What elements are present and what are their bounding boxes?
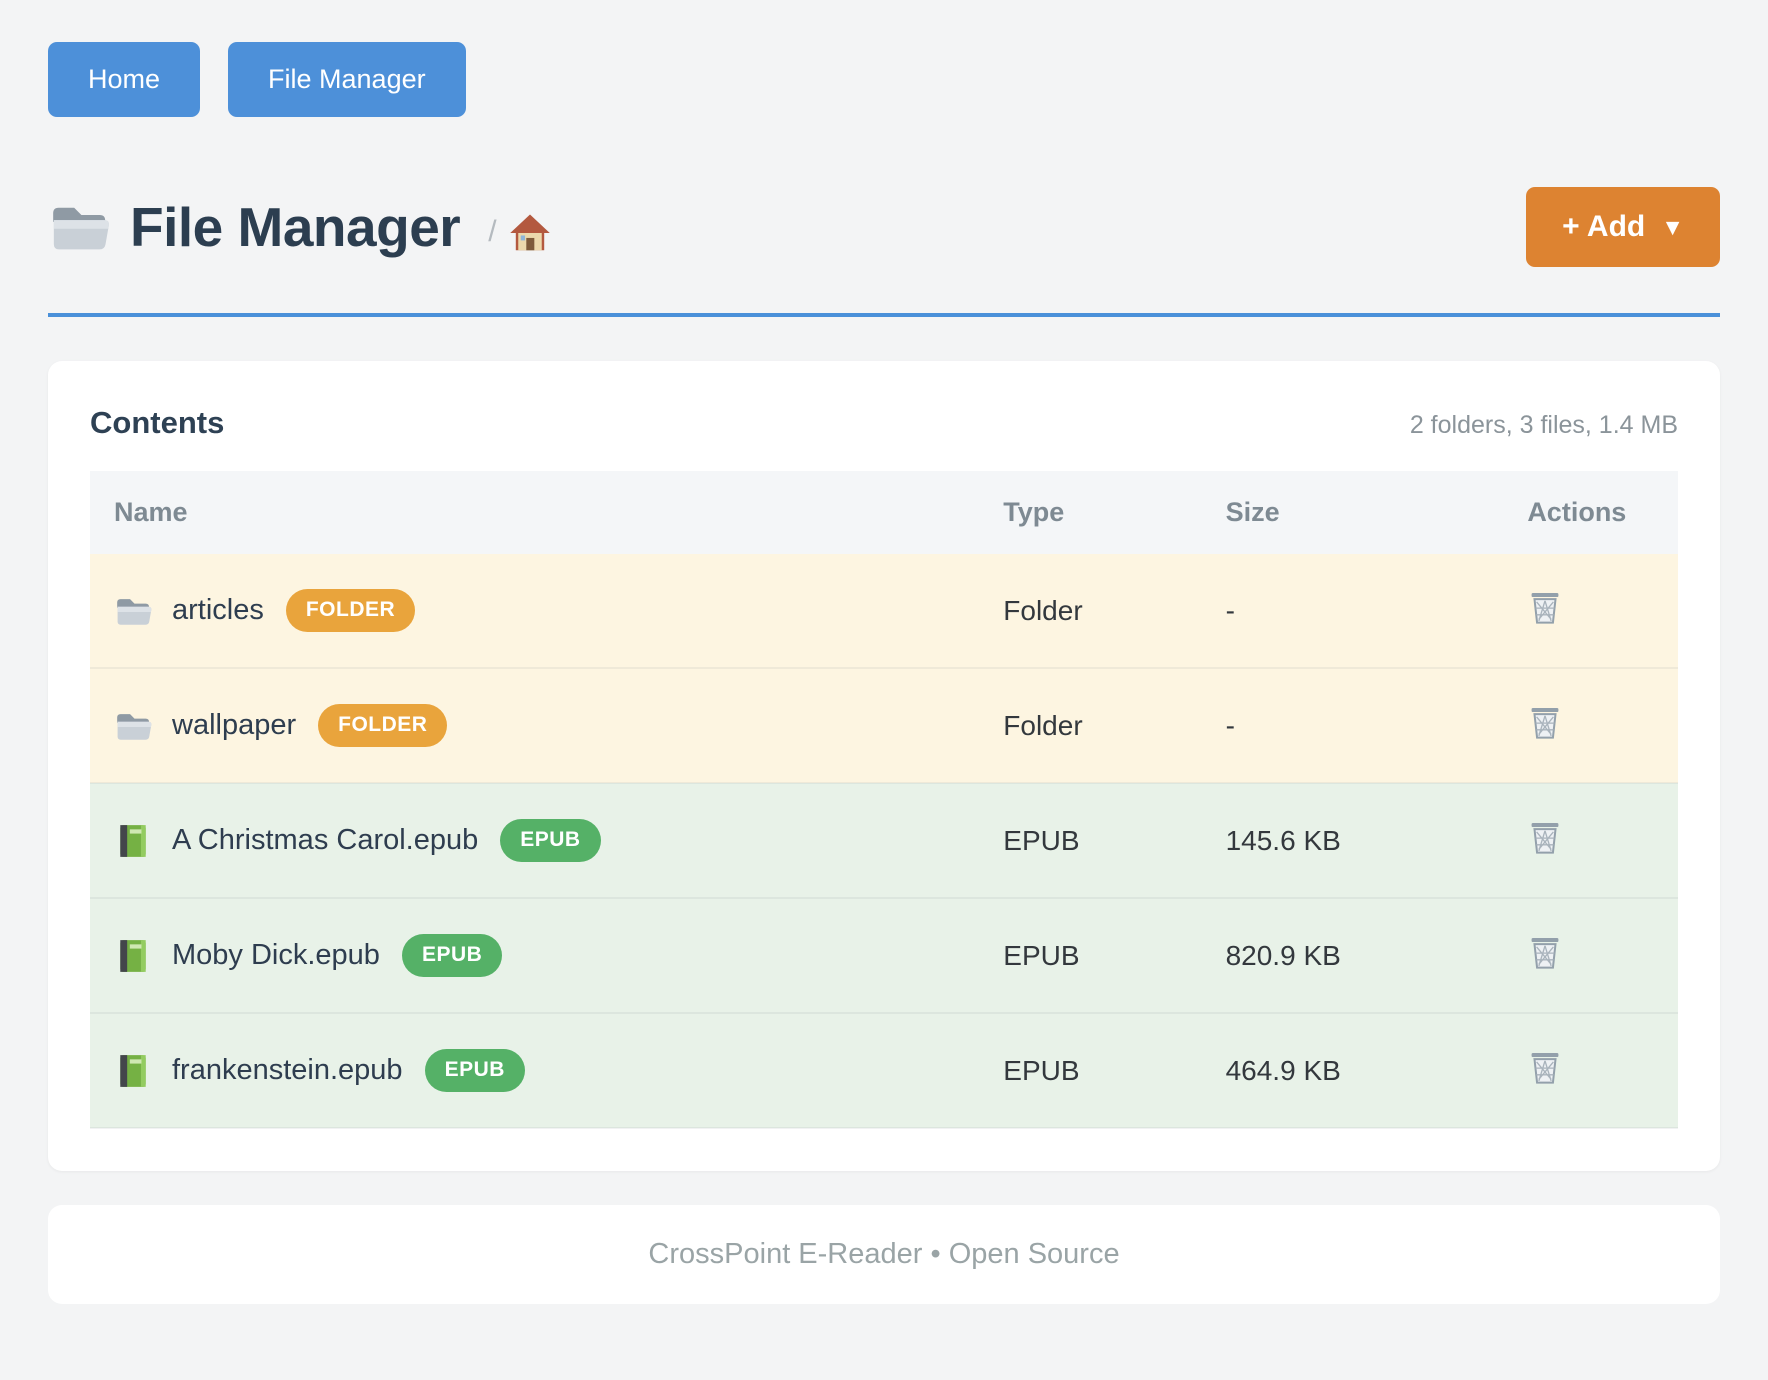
actions-cell — [1503, 1013, 1678, 1128]
trash-icon — [1527, 1048, 1563, 1086]
delete-button[interactable] — [1527, 588, 1563, 626]
delete-button[interactable] — [1527, 818, 1563, 856]
delete-button[interactable] — [1527, 933, 1563, 971]
file-link[interactable]: Moby Dick.epub — [172, 939, 380, 972]
column-header-actions: Actions — [1503, 471, 1678, 554]
size-cell: - — [1202, 554, 1504, 668]
delete-button[interactable] — [1527, 703, 1563, 741]
contents-card: Contents 2 folders, 3 files, 1.4 MB Name… — [48, 361, 1720, 1171]
book-icon — [114, 1053, 152, 1089]
actions-cell — [1503, 554, 1678, 668]
column-header-name: Name — [90, 471, 979, 554]
delete-button[interactable] — [1527, 1048, 1563, 1086]
name-cell: articles FOLDER — [114, 589, 955, 632]
folder-icon — [114, 708, 152, 744]
nav-home-button[interactable]: Home — [48, 42, 200, 117]
table-row: wallpaper FOLDER Folder - — [90, 668, 1678, 783]
type-cell: EPUB — [979, 1013, 1201, 1128]
nav-file-manager-button[interactable]: File Manager — [228, 42, 466, 117]
breadcrumb-separator: / — [488, 215, 496, 249]
folder-icon — [48, 201, 110, 253]
size-cell: 820.9 KB — [1202, 898, 1504, 1013]
name-cell: wallpaper FOLDER — [114, 704, 955, 747]
table-row: articles FOLDER Folder - — [90, 554, 1678, 668]
page: Home File Manager File Manager / + Add ▼… — [0, 0, 1768, 1304]
name-cell: Moby Dick.epub EPUB — [114, 934, 955, 977]
epub-badge: EPUB — [425, 1049, 525, 1092]
trash-icon — [1527, 588, 1563, 626]
card-header: Contents 2 folders, 3 files, 1.4 MB — [90, 405, 1678, 441]
trash-icon — [1527, 933, 1563, 971]
folder-icon — [114, 593, 152, 629]
folder-link[interactable]: wallpaper — [172, 709, 296, 742]
page-header: File Manager / + Add ▼ — [48, 187, 1720, 267]
size-cell: 145.6 KB — [1202, 783, 1504, 898]
house-icon[interactable] — [509, 213, 551, 253]
folder-badge: FOLDER — [318, 704, 447, 747]
column-header-size: Size — [1202, 471, 1504, 554]
actions-cell — [1503, 898, 1678, 1013]
column-header-type: Type — [979, 471, 1201, 554]
files-table: Name Type Size Actions articles FOLDER — [90, 471, 1678, 1129]
table-header-row: Name Type Size Actions — [90, 471, 1678, 554]
top-nav: Home File Manager — [48, 0, 1720, 117]
accent-divider — [48, 313, 1720, 317]
trash-icon — [1527, 818, 1563, 856]
file-link[interactable]: frankenstein.epub — [172, 1054, 403, 1087]
book-icon — [114, 823, 152, 859]
footer: CrossPoint E-Reader • Open Source — [48, 1205, 1720, 1304]
size-cell: - — [1202, 668, 1504, 783]
table-row: Moby Dick.epub EPUB EPUB 820.9 KB — [90, 898, 1678, 1013]
file-link[interactable]: A Christmas Carol.epub — [172, 824, 478, 857]
chevron-down-icon: ▼ — [1661, 214, 1684, 241]
title-wrap: File Manager / — [48, 195, 551, 259]
name-cell: A Christmas Carol.epub EPUB — [114, 819, 955, 862]
folder-badge: FOLDER — [286, 589, 415, 632]
book-icon — [114, 938, 152, 974]
size-cell: 464.9 KB — [1202, 1013, 1504, 1128]
add-button-label: + Add — [1562, 210, 1645, 244]
type-cell: EPUB — [979, 783, 1201, 898]
type-cell: Folder — [979, 554, 1201, 668]
type-cell: Folder — [979, 668, 1201, 783]
folder-link[interactable]: articles — [172, 594, 264, 627]
actions-cell — [1503, 668, 1678, 783]
table-row: A Christmas Carol.epub EPUB EPUB 145.6 K… — [90, 783, 1678, 898]
card-title: Contents — [90, 405, 224, 441]
epub-badge: EPUB — [402, 934, 502, 977]
table-row: frankenstein.epub EPUB EPUB 464.9 KB — [90, 1013, 1678, 1128]
trash-icon — [1527, 703, 1563, 741]
contents-summary: 2 folders, 3 files, 1.4 MB — [1410, 411, 1678, 440]
footer-text: CrossPoint E-Reader • Open Source — [648, 1238, 1119, 1270]
actions-cell — [1503, 783, 1678, 898]
add-button[interactable]: + Add ▼ — [1526, 187, 1720, 267]
type-cell: EPUB — [979, 898, 1201, 1013]
epub-badge: EPUB — [500, 819, 600, 862]
page-title: File Manager — [130, 195, 460, 259]
name-cell: frankenstein.epub EPUB — [114, 1049, 955, 1092]
